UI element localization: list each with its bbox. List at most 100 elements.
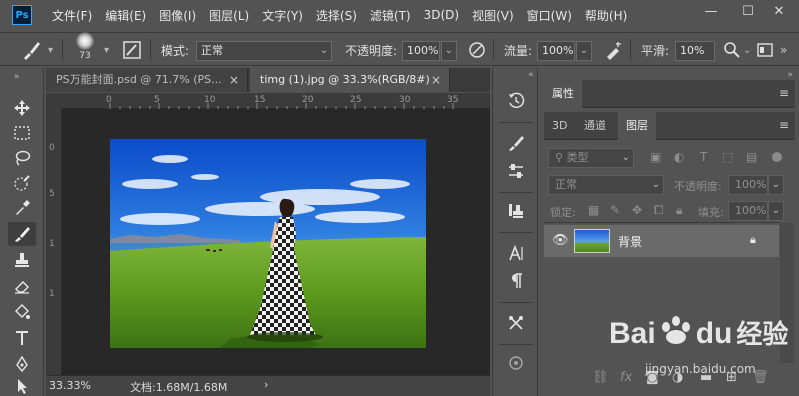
tab-properties[interactable]: 属性 (544, 80, 582, 108)
type-tool-icon[interactable] (8, 326, 36, 350)
pressure-opacity-icon[interactable] (467, 33, 487, 67)
close-tab-icon[interactable]: × (229, 68, 239, 92)
tab-timg[interactable]: timg (1).jpg @ 33.3%(RGB/8#) × (250, 68, 450, 92)
paint-bucket-tool-icon[interactable] (8, 300, 36, 324)
fill-input[interactable]: 100% (728, 201, 768, 221)
menu-view[interactable]: 视图(V) (472, 7, 514, 24)
close-button[interactable]: ✕ (766, 2, 792, 22)
history-panel-icon[interactable] (502, 88, 530, 114)
minimize-button[interactable]: — (698, 2, 724, 22)
brush-panel-toggle-icon[interactable] (122, 33, 142, 67)
menu-type[interactable]: 文字(Y) (262, 7, 303, 24)
chevron-down-icon[interactable]: ⌄ (743, 33, 751, 67)
lock-position-icon[interactable]: ✥ (632, 203, 642, 217)
menu-image[interactable]: 图像(I) (159, 7, 196, 24)
chevron-down-icon: ⌄ (444, 45, 453, 56)
menu-3d[interactable]: 3D(D) (424, 8, 459, 22)
more-options-icon[interactable]: » (780, 33, 787, 67)
flow-dropdown[interactable]: ⌄ (576, 41, 592, 61)
document-image[interactable] (110, 139, 426, 348)
brush-settings-panel-icon[interactable] (502, 130, 530, 156)
menu-bar: Ps 文件(F) 编辑(E) 图像(I) 图层(L) 文字(Y) 选择(S) 滤… (0, 0, 799, 30)
character-panel-icon[interactable] (502, 240, 530, 266)
chevron-down-icon: ⌄ (651, 179, 660, 190)
eyedropper-tool-icon[interactable] (8, 196, 36, 220)
brush-tool-icon[interactable] (20, 33, 42, 67)
menu-layer[interactable]: 图层(L) (209, 7, 249, 24)
tab-3d[interactable]: 3D (544, 112, 575, 140)
layer-thumbnail (574, 229, 610, 253)
chevron-down-icon[interactable]: ▾ (104, 33, 109, 67)
layer-filter-select[interactable]: ⚲ 类型 ⌄ (548, 148, 634, 168)
brush-tool-icon[interactable] (8, 222, 36, 246)
menu-edit[interactable]: 编辑(E) (105, 7, 146, 24)
horizontal-ruler[interactable]: 0 5 10 15 20 25 30 35 (62, 93, 490, 109)
lasso-tool-icon[interactable] (8, 146, 36, 170)
opacity-dropdown[interactable]: ⌄ (441, 41, 457, 61)
close-tab-icon[interactable]: × (431, 68, 441, 92)
flow-input[interactable]: 100% (537, 41, 575, 61)
lock-artboard-icon[interactable]: ⧠ (654, 203, 664, 218)
fill-dropdown[interactable]: ⌄ (768, 201, 784, 221)
pixel-filter-icon[interactable]: ▣ (650, 150, 661, 164)
marquee-tool-icon[interactable] (8, 121, 36, 145)
layer-opacity-dropdown[interactable]: ⌄ (768, 175, 784, 195)
ruler-tick-label: 1 (49, 239, 55, 249)
clone-stamp-tool-icon[interactable] (8, 248, 36, 272)
expand-panels-icon[interactable]: « (528, 70, 534, 80)
blend-mode-select[interactable]: 正常 ⌄ (548, 175, 664, 195)
eye-icon[interactable]: 👁︎ (552, 233, 569, 248)
symmetry-icon[interactable] (756, 33, 774, 67)
brush-preset-picker[interactable]: 73 (76, 29, 94, 63)
layer-row-background[interactable]: 👁︎ 背景 🔒︎ (544, 225, 779, 257)
tool-presets-panel-icon[interactable] (502, 310, 530, 336)
adjustment-filter-icon[interactable]: ◐ (674, 150, 684, 164)
airbrush-icon[interactable] (604, 33, 624, 67)
filter-toggle-icon[interactable] (772, 152, 782, 162)
menu-window[interactable]: 窗口(W) (527, 7, 572, 24)
maximize-button[interactable]: ☐ (735, 2, 761, 22)
mode-select[interactable]: 正常 ⌄ (196, 41, 332, 61)
quick-selection-tool-icon[interactable] (8, 171, 36, 195)
panel-menu-icon[interactable]: ≡ (779, 118, 789, 132)
type-filter-icon[interactable]: T (700, 150, 707, 164)
panel-menu-icon[interactable]: ≡ (779, 86, 789, 100)
layer-lock-icon[interactable]: 🔒︎ (750, 233, 756, 247)
zoom-level[interactable]: 33.33% (49, 379, 91, 392)
tab-channels[interactable]: 通道 (576, 112, 614, 140)
tab-ps-cover[interactable]: PS万能封面.psd @ 71.7% (PS... × (46, 68, 248, 92)
collapse-toolbar-icon[interactable]: » (14, 72, 20, 82)
pen-tool-icon[interactable] (8, 352, 36, 376)
clone-source-panel-icon[interactable] (502, 198, 530, 224)
menu-select[interactable]: 选择(S) (316, 7, 357, 24)
status-menu-arrow[interactable]: › (264, 378, 268, 391)
eraser-tool-icon[interactable] (8, 274, 36, 298)
layer-opacity-input[interactable]: 100% (728, 175, 768, 195)
lock-image-pixels-icon[interactable]: ✎ (610, 203, 620, 217)
ruler-tick-label: 0 (49, 143, 55, 153)
lock-all-icon[interactable]: 🔒︎ (676, 203, 682, 218)
3d-panel-icon[interactable] (502, 350, 530, 376)
menu-file[interactable]: 文件(F) (52, 7, 92, 24)
menu-help[interactable]: 帮助(H) (585, 7, 627, 24)
status-bar: 33.33% 文档:1.68M/1.68M › (46, 375, 490, 396)
opacity-input[interactable]: 100% (402, 41, 440, 61)
move-tool-icon[interactable] (8, 96, 36, 120)
canvas-area[interactable] (62, 109, 490, 375)
brush-presets-panel-icon[interactable] (502, 158, 530, 184)
shape-filter-icon[interactable]: ⬚ (722, 150, 733, 164)
mode-value: 正常 (201, 44, 223, 57)
paragraph-panel-icon[interactable] (502, 268, 530, 294)
lock-transparent-pixels-icon[interactable]: ▦ (588, 203, 599, 217)
chevron-down-icon[interactable]: ▾ (48, 33, 53, 67)
tab-layers[interactable]: 图层 (618, 112, 656, 140)
path-selection-tool-icon[interactable] (8, 374, 36, 396)
layer-name[interactable]: 背景 (618, 233, 642, 250)
smoothing-input[interactable]: 10% (675, 41, 715, 61)
collapse-panels-icon[interactable]: » (787, 70, 793, 80)
vertical-ruler[interactable]: 0 5 1 1 (46, 109, 62, 375)
smoothing-settings-icon[interactable] (723, 33, 741, 67)
menu-filter[interactable]: 滤镜(T) (370, 7, 411, 24)
smart-object-filter-icon[interactable]: ▤ (746, 150, 757, 164)
ruler-origin[interactable] (46, 93, 62, 109)
